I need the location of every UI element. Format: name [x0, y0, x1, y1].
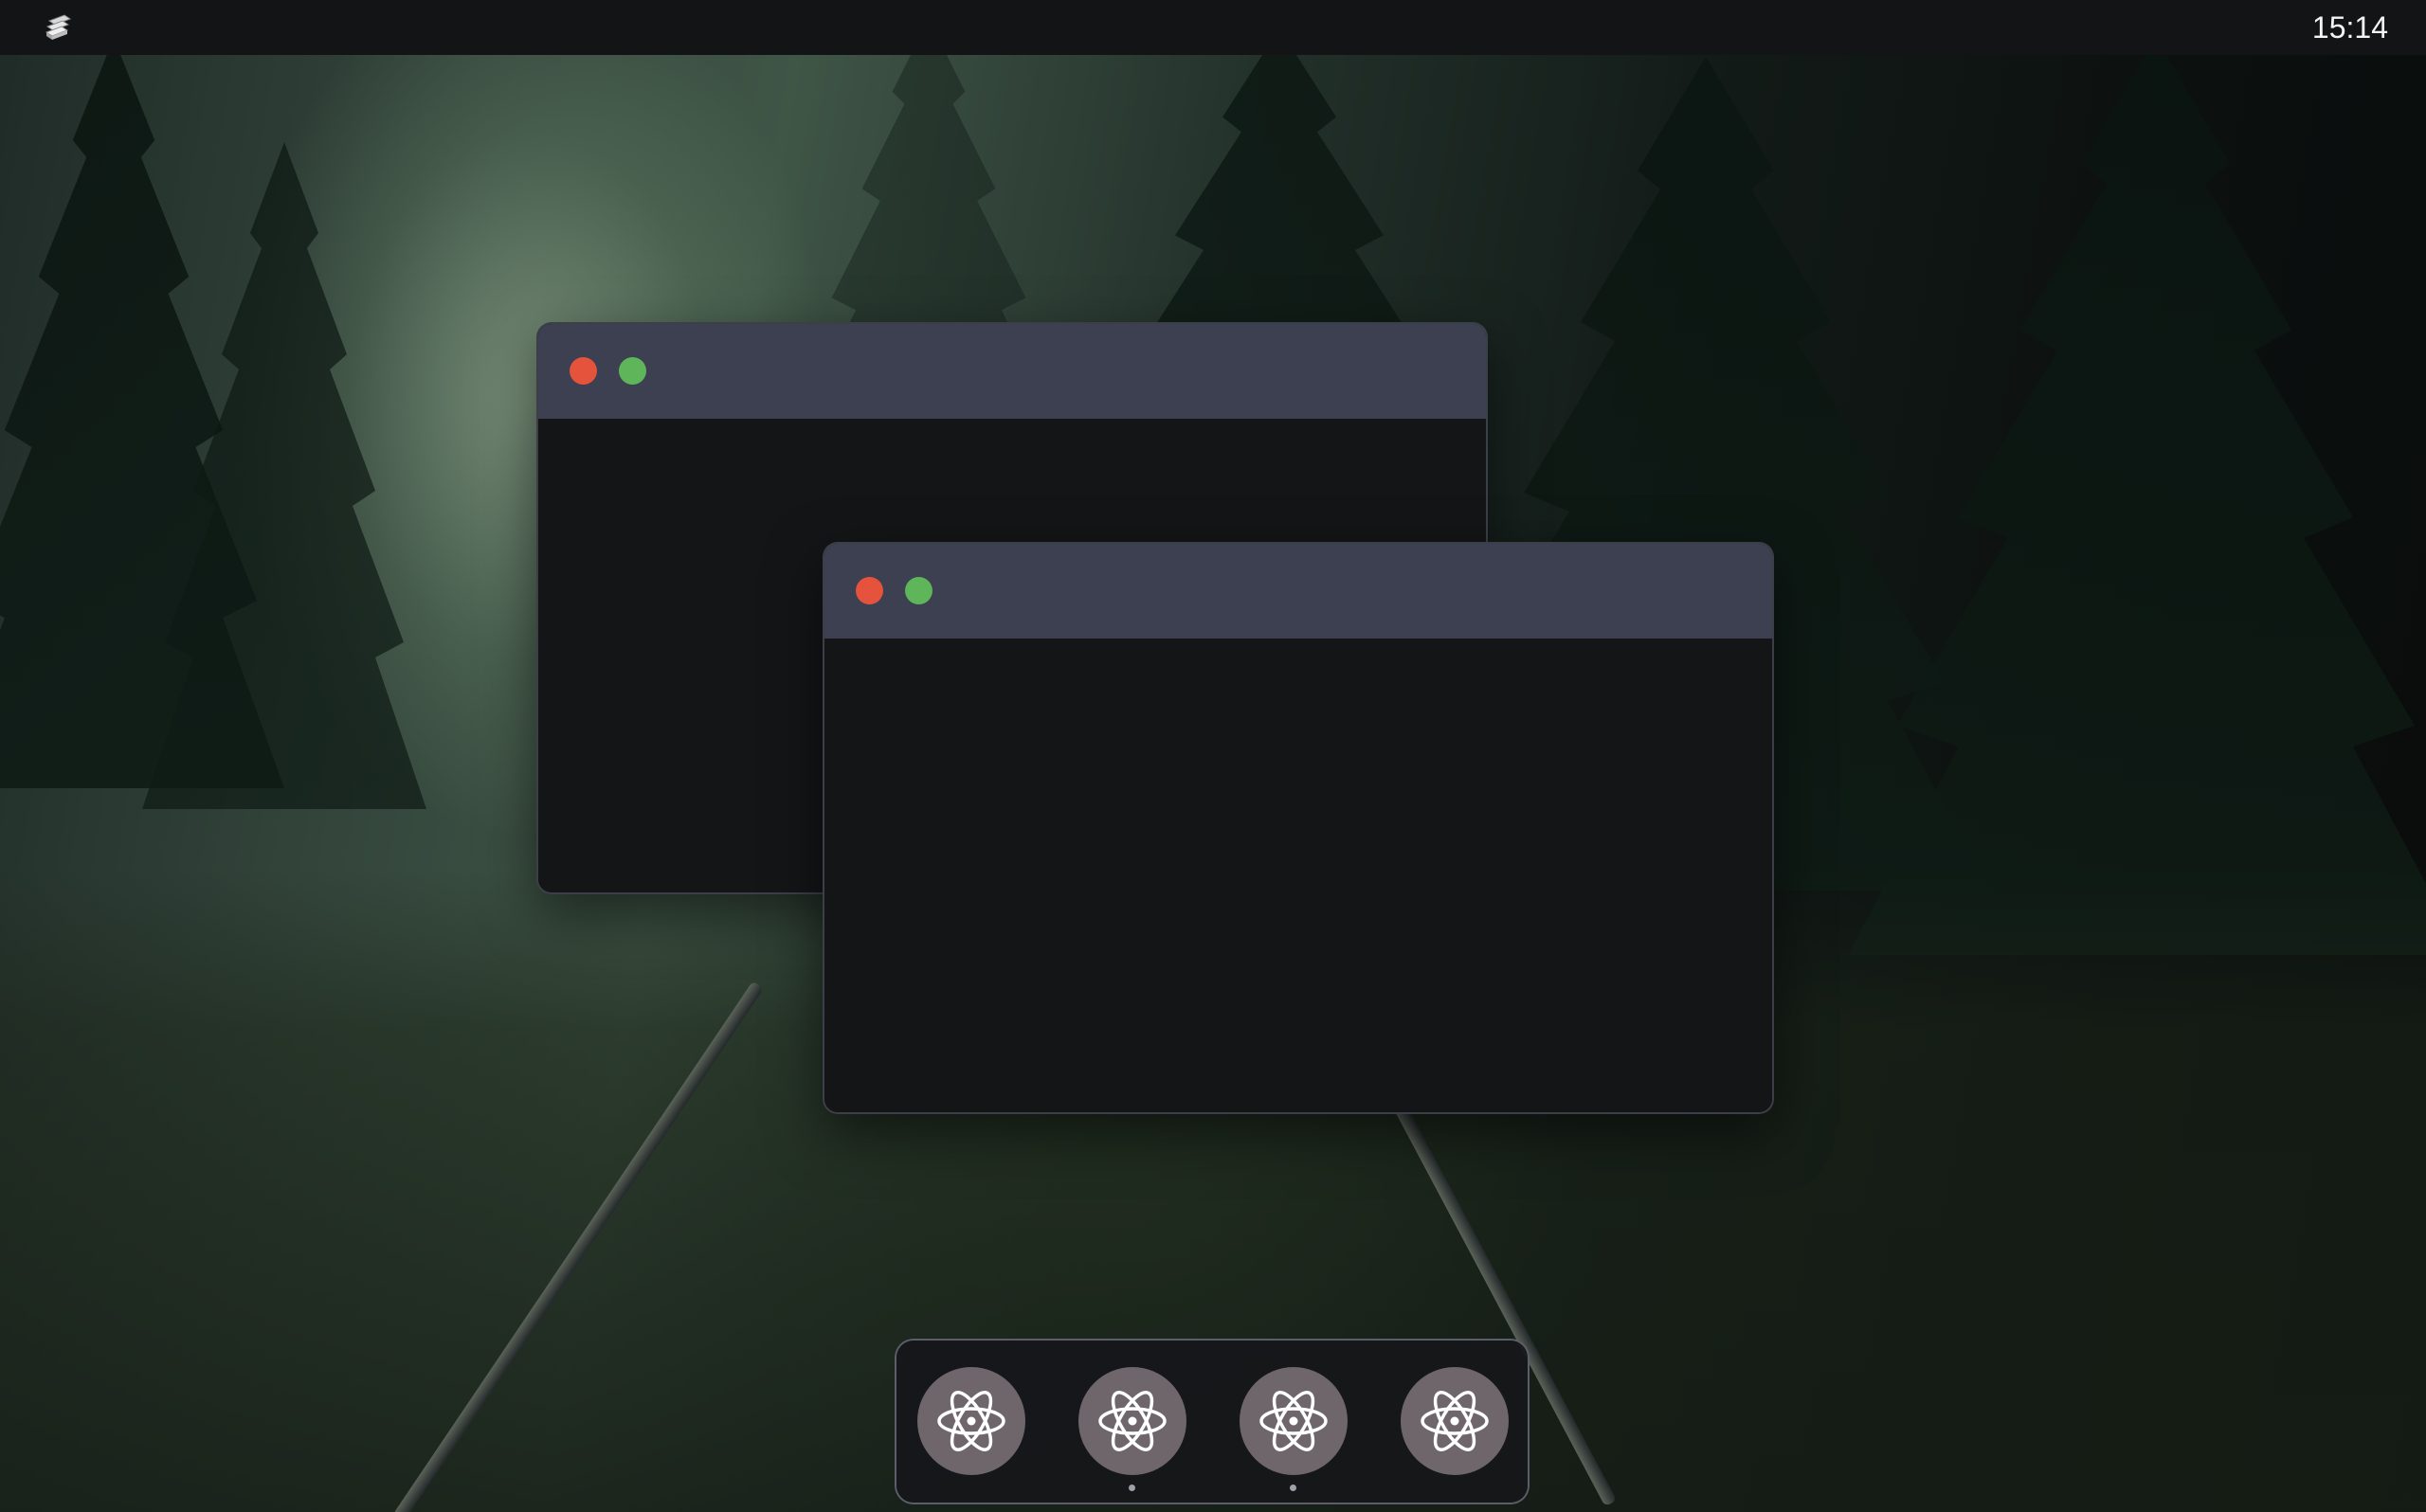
- dock-app-4[interactable]: [1401, 1367, 1509, 1475]
- atom-icon: [937, 1391, 1005, 1451]
- dock-app-3[interactable]: [1240, 1367, 1348, 1475]
- close-button[interactable]: [570, 357, 597, 385]
- desktop: 15:14: [0, 0, 2426, 1512]
- launcher-stacked-papers-icon[interactable]: [42, 11, 76, 44]
- running-indicator: [1129, 1485, 1135, 1491]
- app-window-front[interactable]: [824, 544, 1772, 1112]
- maximize-button[interactable]: [619, 357, 646, 385]
- close-button[interactable]: [856, 577, 883, 604]
- top-bar: 15:14: [0, 0, 2426, 55]
- atom-icon: [1421, 1391, 1489, 1451]
- atom-icon: [1259, 1391, 1328, 1451]
- window-titlebar[interactable]: [824, 544, 1772, 639]
- atom-icon: [1098, 1391, 1167, 1451]
- dock-app-2[interactable]: [1078, 1367, 1186, 1475]
- running-indicator: [1290, 1485, 1296, 1491]
- clock[interactable]: 15:14: [2312, 10, 2388, 45]
- window-content[interactable]: [824, 639, 1772, 1112]
- dock-app-1[interactable]: [917, 1367, 1025, 1475]
- maximize-button[interactable]: [905, 577, 932, 604]
- dock: [896, 1341, 1528, 1503]
- window-titlebar[interactable]: [538, 324, 1486, 419]
